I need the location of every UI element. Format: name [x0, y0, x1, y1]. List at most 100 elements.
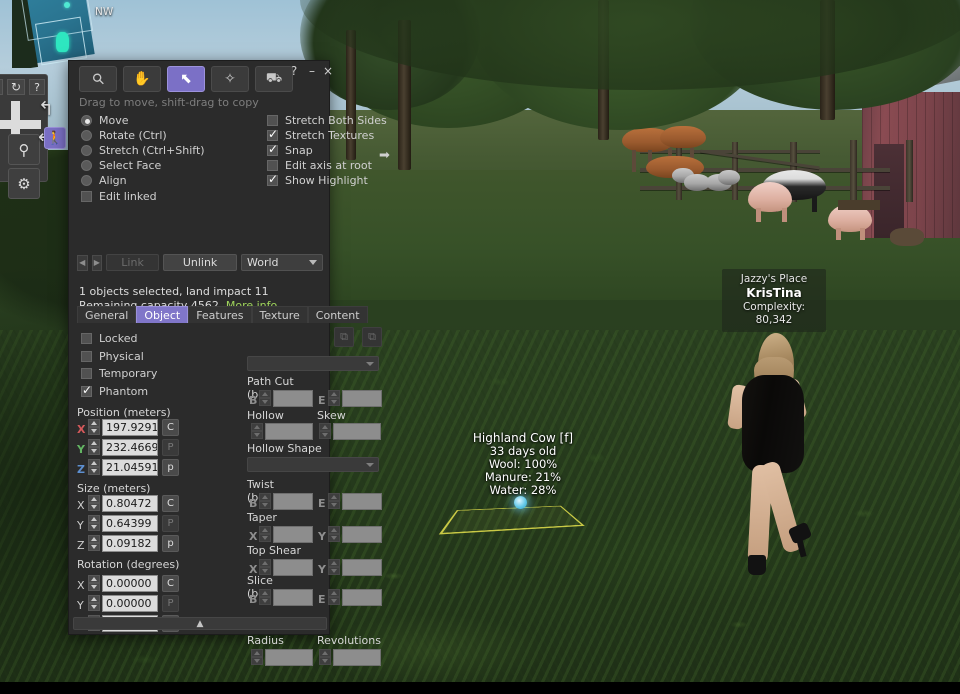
slice-begin-input[interactable]	[273, 589, 313, 606]
checkbox-locked[interactable]	[81, 333, 92, 344]
size-z-input[interactable]: 0.09182	[102, 535, 158, 552]
mini-map[interactable]	[12, 0, 100, 68]
taper-y-input[interactable]	[342, 526, 382, 543]
checkbox-snap[interactable]	[267, 142, 278, 156]
radius-spinner[interactable]	[251, 649, 263, 666]
taper-y-spinner[interactable]	[328, 526, 340, 543]
revolutions-input[interactable]	[333, 649, 381, 666]
radio-select-face[interactable]	[81, 159, 92, 171]
position-copy-button[interactable]: C	[162, 419, 179, 436]
option-edit-axis-at-root[interactable]: Edit axis at root	[267, 158, 392, 173]
path-cut-begin-spinner[interactable]	[259, 390, 271, 407]
place-marker-button[interactable]: ⚲	[8, 134, 40, 165]
twist-begin-input[interactable]	[273, 493, 313, 510]
position-x-spinner[interactable]	[88, 419, 100, 436]
selected-object-highlight[interactable]	[438, 494, 585, 540]
position-z-spinner[interactable]	[88, 459, 100, 476]
edit-linked-row[interactable]: Edit linked	[81, 190, 209, 205]
paste-params-button[interactable]: ⧉	[362, 327, 382, 347]
revolutions-spinner[interactable]	[319, 649, 331, 666]
radio-rotate[interactable]	[81, 129, 92, 141]
checkbox-stretch-textures[interactable]	[267, 127, 278, 141]
option-stretch-both-sides[interactable]: Stretch Both Sides	[267, 113, 392, 128]
prev-object-button[interactable]: ◀	[77, 254, 88, 271]
edit-tool-button[interactable]: ⬉	[167, 66, 205, 92]
focus-tool-button[interactable]: ⚲	[79, 66, 117, 92]
position-paste-button[interactable]: P	[162, 439, 179, 456]
size-paste-button[interactable]: P	[162, 515, 179, 532]
slice-end-spinner[interactable]	[328, 589, 340, 606]
walk-run-fly-button[interactable]: 🚶	[44, 127, 66, 149]
reference-frame-select[interactable]: World	[241, 254, 323, 271]
link-controls-row[interactable]: ◀ ▶ Link Unlink World	[77, 253, 323, 272]
radius-input[interactable]	[265, 649, 313, 666]
position-y-input[interactable]: 232.46690	[102, 439, 158, 456]
checkbox-phantom[interactable]	[81, 383, 92, 397]
tab-texture[interactable]: Texture	[251, 306, 308, 323]
rotation-y-spinner[interactable]	[88, 595, 100, 612]
taper-x-input[interactable]	[273, 526, 313, 543]
top-shear-y-input[interactable]	[342, 559, 382, 576]
edit-mode-rotate[interactable]: Rotate (Ctrl)	[81, 128, 209, 143]
taper-x-spinner[interactable]	[259, 526, 271, 543]
build-tools-window[interactable]: ? – × ⚲ ✋ ⬉ ✧ ⛟ Drag to move, shift-drag…	[68, 60, 390, 666]
radio-align[interactable]	[81, 174, 92, 186]
build-tab-bar[interactable]: General Object Features Texture Content	[77, 306, 368, 323]
tab-general[interactable]: General	[77, 306, 137, 323]
skew-input[interactable]	[333, 423, 381, 440]
checkbox-physical[interactable]	[81, 350, 92, 362]
option-show-highlight[interactable]: Show Highlight	[267, 172, 392, 188]
tool-selector-row[interactable]: ⚲ ✋ ⬉ ✧ ⛟	[79, 66, 293, 92]
tab-content[interactable]: Content	[307, 306, 368, 323]
grab-tool-button[interactable]: ✋	[123, 66, 161, 92]
hollow-spinner[interactable]	[251, 423, 263, 440]
hollow-shape-select[interactable]	[247, 457, 379, 472]
settings-button[interactable]: ⚙	[8, 168, 40, 199]
rotation-y-input[interactable]: 0.00000	[102, 595, 158, 612]
minimize-button[interactable]: –	[305, 64, 319, 78]
size-z-spinner[interactable]	[88, 535, 100, 552]
checkbox-stretch-both-sides[interactable]	[267, 114, 278, 126]
rotation-copy-button[interactable]: C	[162, 575, 179, 592]
checkbox-temporary[interactable]	[81, 368, 92, 379]
land-tool-button[interactable]: ⛟	[255, 66, 293, 92]
checkbox-edit-linked[interactable]	[81, 191, 92, 203]
tab-features[interactable]: Features	[188, 306, 252, 323]
checkbox-edit-axis-at-root[interactable]	[267, 159, 278, 171]
collapse-panel-button[interactable]: ▲	[73, 617, 327, 630]
close-button[interactable]: ×	[321, 64, 335, 78]
size-y-input[interactable]: 0.64399	[102, 515, 158, 532]
camera-back-icon[interactable]: ↰	[38, 100, 54, 119]
slice-end-input[interactable]	[342, 589, 382, 606]
skew-spinner[interactable]	[319, 423, 331, 440]
edit-mode-group[interactable]: Move Rotate (Ctrl) Stretch (Ctrl+Shift) …	[81, 113, 209, 205]
rotation-x-spinner[interactable]	[88, 575, 100, 592]
edit-mode-select-face[interactable]: Select Face	[81, 158, 209, 173]
position-y-spinner[interactable]	[88, 439, 100, 456]
twist-end-input[interactable]	[342, 493, 382, 510]
path-cut-begin-input[interactable]	[273, 390, 313, 407]
size-x-spinner[interactable]	[88, 495, 100, 512]
avatar[interactable]	[726, 333, 834, 578]
prim-type-select[interactable]	[247, 356, 379, 371]
radio-move[interactable]	[81, 114, 92, 126]
create-tool-button[interactable]: ✧	[211, 66, 249, 92]
position-x-input[interactable]: 197.92918	[102, 419, 158, 436]
size-copy-button[interactable]: C	[162, 495, 179, 512]
twist-end-spinner[interactable]	[328, 493, 340, 510]
next-object-button[interactable]: ▶	[91, 254, 103, 271]
edit-mode-align[interactable]: Align	[81, 173, 209, 188]
option-snap[interactable]: Snap	[267, 142, 392, 158]
size-paste-all-button[interactable]: p	[162, 535, 179, 552]
size-x-input[interactable]: 0.80472	[102, 495, 158, 512]
checkbox-show-highlight[interactable]	[267, 172, 278, 186]
path-cut-end-input[interactable]	[342, 390, 382, 407]
position-paste-all-button[interactable]: p	[162, 459, 179, 476]
rotation-x-input[interactable]: 0.00000	[102, 575, 158, 592]
size-y-spinner[interactable]	[88, 515, 100, 532]
object-flags-group[interactable]: Locked Physical Temporary Phantom	[81, 330, 201, 400]
avatar-nametag[interactable]: Jazzy's Place KrisTina Complexity: 80,34…	[722, 269, 826, 333]
radio-stretch[interactable]	[81, 144, 92, 156]
edit-mode-move[interactable]: Move	[81, 113, 209, 128]
param-copy-paste-group[interactable]: ⧉ ⧉	[334, 327, 382, 347]
